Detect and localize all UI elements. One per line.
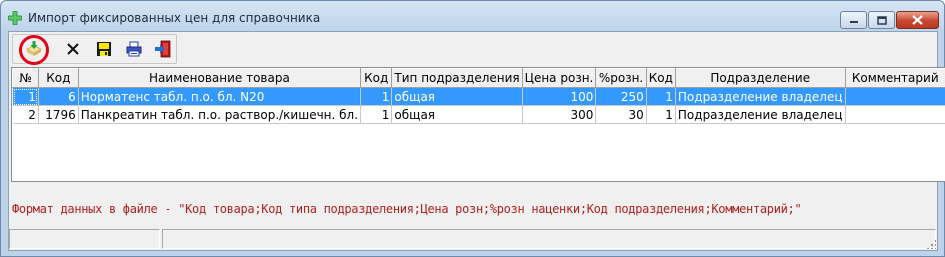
- col-header-dept-code[interactable]: Код: [645, 68, 676, 88]
- cell-retail-markup[interactable]: 30: [595, 105, 647, 124]
- app-cross-icon: [8, 11, 22, 25]
- delete-x-icon: [67, 43, 79, 55]
- col-header-code[interactable]: Код: [37, 68, 79, 88]
- maximize-icon: [876, 15, 887, 25]
- exit-button[interactable]: [152, 38, 174, 60]
- cell-retail-price[interactable]: 100: [522, 87, 597, 106]
- price-table-grid: № Код Наименование товара Код Тип подраз…: [12, 68, 945, 124]
- import-file-icon: [26, 41, 42, 56]
- col-header-retail-markup[interactable]: %розн.: [595, 68, 647, 88]
- cell-num[interactable]: 1: [12, 87, 39, 106]
- save-button[interactable]: [93, 38, 115, 60]
- col-header-num[interactable]: №: [12, 68, 39, 88]
- cell-department[interactable]: Подразделение владелец: [675, 87, 846, 106]
- exit-door-icon: [155, 40, 171, 58]
- maximize-button[interactable]: [868, 11, 895, 29]
- cell-comment[interactable]: [845, 105, 945, 124]
- window-title: Импорт фиксированных цен для справочника: [28, 11, 321, 25]
- close-button[interactable]: [896, 11, 939, 29]
- floppy-save-icon: [97, 42, 111, 56]
- cell-code[interactable]: 6: [38, 87, 79, 106]
- cell-dept-type-code[interactable]: 1: [360, 105, 393, 124]
- cell-product-name[interactable]: Панкреатин табл. п.о. раствор./кишечн. б…: [78, 105, 362, 124]
- format-hint: Формат данных в файле - "Код товара;Код …: [12, 202, 802, 216]
- title-bar[interactable]: Импорт фиксированных цен для справочника: [1, 1, 944, 31]
- col-header-product-name[interactable]: Наименование товара: [77, 68, 362, 88]
- col-header-department[interactable]: Подразделение: [674, 68, 846, 88]
- cell-comment[interactable]: [845, 87, 945, 106]
- table-row[interactable]: 2 1796 Панкреатин табл. п.о. раствор./ки…: [12, 105, 945, 124]
- cell-dept-code[interactable]: 1: [646, 105, 676, 124]
- col-header-dept-type-code[interactable]: Код: [360, 68, 393, 88]
- col-header-dept-type[interactable]: Тип подразделения: [391, 68, 523, 88]
- cell-product-name[interactable]: Норматенс табл. п.о. бл. N20: [78, 87, 362, 106]
- cell-num[interactable]: 2: [12, 105, 39, 124]
- cell-dept-code[interactable]: 1: [646, 87, 676, 106]
- col-header-comment[interactable]: Комментарий: [844, 68, 945, 88]
- toolbar: [12, 34, 177, 65]
- status-panel-main: [162, 229, 936, 249]
- cell-retail-markup[interactable]: 250: [595, 87, 647, 106]
- printer-icon: [126, 41, 142, 57]
- import-button[interactable]: [23, 38, 45, 60]
- table-row[interactable]: 1 6 Норматенс табл. п.о. бл. N20 1 общая…: [12, 87, 945, 106]
- header-row: № Код Наименование товара Код Тип подраз…: [12, 68, 945, 88]
- cell-code[interactable]: 1796: [38, 105, 79, 124]
- cell-retail-price[interactable]: 300: [522, 105, 597, 124]
- cell-department[interactable]: Подразделение владелец: [675, 105, 846, 124]
- cell-dept-type-code[interactable]: 1: [360, 87, 393, 106]
- minimize-icon: [849, 21, 858, 23]
- cell-dept-type[interactable]: общая: [391, 105, 523, 124]
- close-icon: [912, 15, 923, 25]
- status-bar: [9, 229, 937, 250]
- delete-button[interactable]: [62, 38, 84, 60]
- minimize-button[interactable]: [840, 11, 867, 29]
- client-area: № Код Наименование товара Код Тип подраз…: [8, 31, 945, 251]
- price-table[interactable]: № Код Наименование товара Код Тип подраз…: [11, 67, 945, 182]
- cell-dept-type[interactable]: общая: [391, 87, 523, 106]
- status-panel-left: [9, 229, 160, 249]
- print-button[interactable]: [123, 38, 145, 60]
- import-window: Импорт фиксированных цен для справочника: [0, 0, 945, 257]
- col-header-retail-price[interactable]: Цена розн.: [521, 68, 597, 88]
